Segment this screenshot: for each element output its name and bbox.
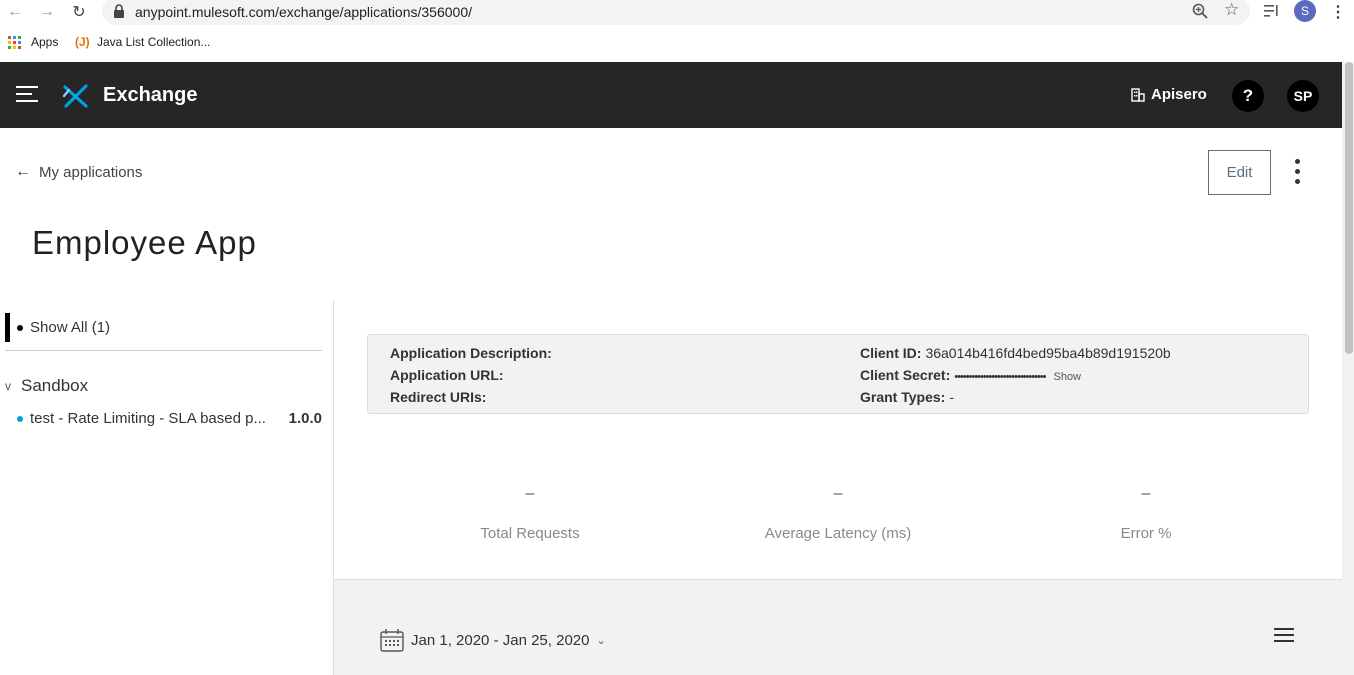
stat-label: Average Latency (ms) [764,525,912,542]
lock-icon [114,4,124,18]
back-arrow-icon[interactable]: ← [5,2,25,22]
forward-arrow-icon[interactable]: → [37,2,57,22]
star-icon[interactable]: ☆ [1224,0,1239,20]
kebab-icon[interactable] [1290,158,1304,186]
show-secret-link[interactable]: Show [1053,371,1081,383]
url-label: Application URL: [390,367,504,383]
java-favicon-icon: (J) [75,35,90,49]
description-label: Application Description: [390,345,552,361]
scrollbar-thumb[interactable] [1345,62,1353,354]
bullet-icon [17,415,23,422]
stat-total-requests: – Total Requests [410,485,650,542]
bookmark-apps[interactable]: Apps [31,35,58,49]
grant-types-label: Grant Types: [860,389,946,405]
date-range-picker[interactable]: Jan 1, 2020 - Jan 25, 2020 ⌄ [380,628,606,652]
show-all-label: Show All (1) [30,319,111,336]
reload-icon[interactable]: ↻ [69,2,89,22]
list-menu-icon[interactable] [1274,628,1294,646]
bullet-icon [17,324,23,331]
stat-error-percent: – Error % [1026,485,1266,542]
contract-version: 1.0.0 [288,410,322,427]
chevron-down-icon: ⌄ [596,634,606,647]
back-link[interactable]: ← My applications [15,163,142,181]
client-id-label: Client ID: [860,345,922,361]
edit-button[interactable]: Edit [1208,150,1271,195]
hamburger-icon[interactable] [16,86,38,104]
environment-group[interactable]: v Sandbox [5,376,88,396]
org-switcher[interactable]: Apisero [1131,86,1207,103]
bookmark-java-list[interactable]: Java List Collection... [97,35,210,49]
calendar-icon [380,629,404,652]
stat-value: – [833,485,843,502]
environment-label: Sandbox [21,376,89,395]
url-text[interactable]: anypoint.mulesoft.com/exchange/applicati… [135,4,472,20]
chevron-down-icon: v [5,379,11,393]
sidebar-item-show-all[interactable]: Show All (1) [17,319,110,336]
zoom-icon[interactable] [1192,3,1208,19]
profile-avatar[interactable]: S [1294,0,1316,22]
grant-types-value: - [949,389,954,405]
analytics-panel [334,579,1342,675]
exchange-logo-icon[interactable] [62,82,90,110]
selected-indicator [5,313,10,342]
user-avatar[interactable]: SP [1287,80,1319,112]
client-secret-label: Client Secret: [860,367,951,383]
contract-name: test - Rate Limiting - SLA based p... [30,410,266,427]
stat-label: Error % [1120,525,1172,542]
stat-label: Total Requests [480,525,580,542]
redirect-label: Redirect URIs: [390,389,487,405]
page-title: Employee App [32,224,257,261]
reading-list-icon[interactable] [1264,4,1280,18]
application-details: Application Description: Application URL… [367,334,1309,414]
client-id-value: 36a014b416fd4bed95ba4b89d191520b [925,345,1171,361]
arrow-left-icon: ← [15,163,31,180]
brand-title[interactable]: Exchange [103,84,197,107]
building-icon [1131,87,1145,102]
org-name: Apisero [1151,86,1207,103]
client-secret-value: •••••••••••••••••••••••••••••••• [954,371,1046,383]
stat-value: – [1141,485,1151,502]
more-vert-icon[interactable]: ⋮ [1330,2,1346,22]
date-range-label: Jan 1, 2020 - Jan 25, 2020 [411,631,590,649]
help-button[interactable]: ? [1232,80,1264,112]
stat-value: – [525,485,535,502]
stat-average-latency: – Average Latency (ms) [718,485,958,542]
sidebar-item-contract[interactable]: test - Rate Limiting - SLA based p... 1.… [17,410,322,427]
sidebar [0,300,334,675]
back-link-label: My applications [39,163,143,181]
bookmarks-bar: Apps (J) Java List Collection... [0,31,1354,55]
apps-grid-icon [8,36,21,49]
divider [5,350,322,351]
